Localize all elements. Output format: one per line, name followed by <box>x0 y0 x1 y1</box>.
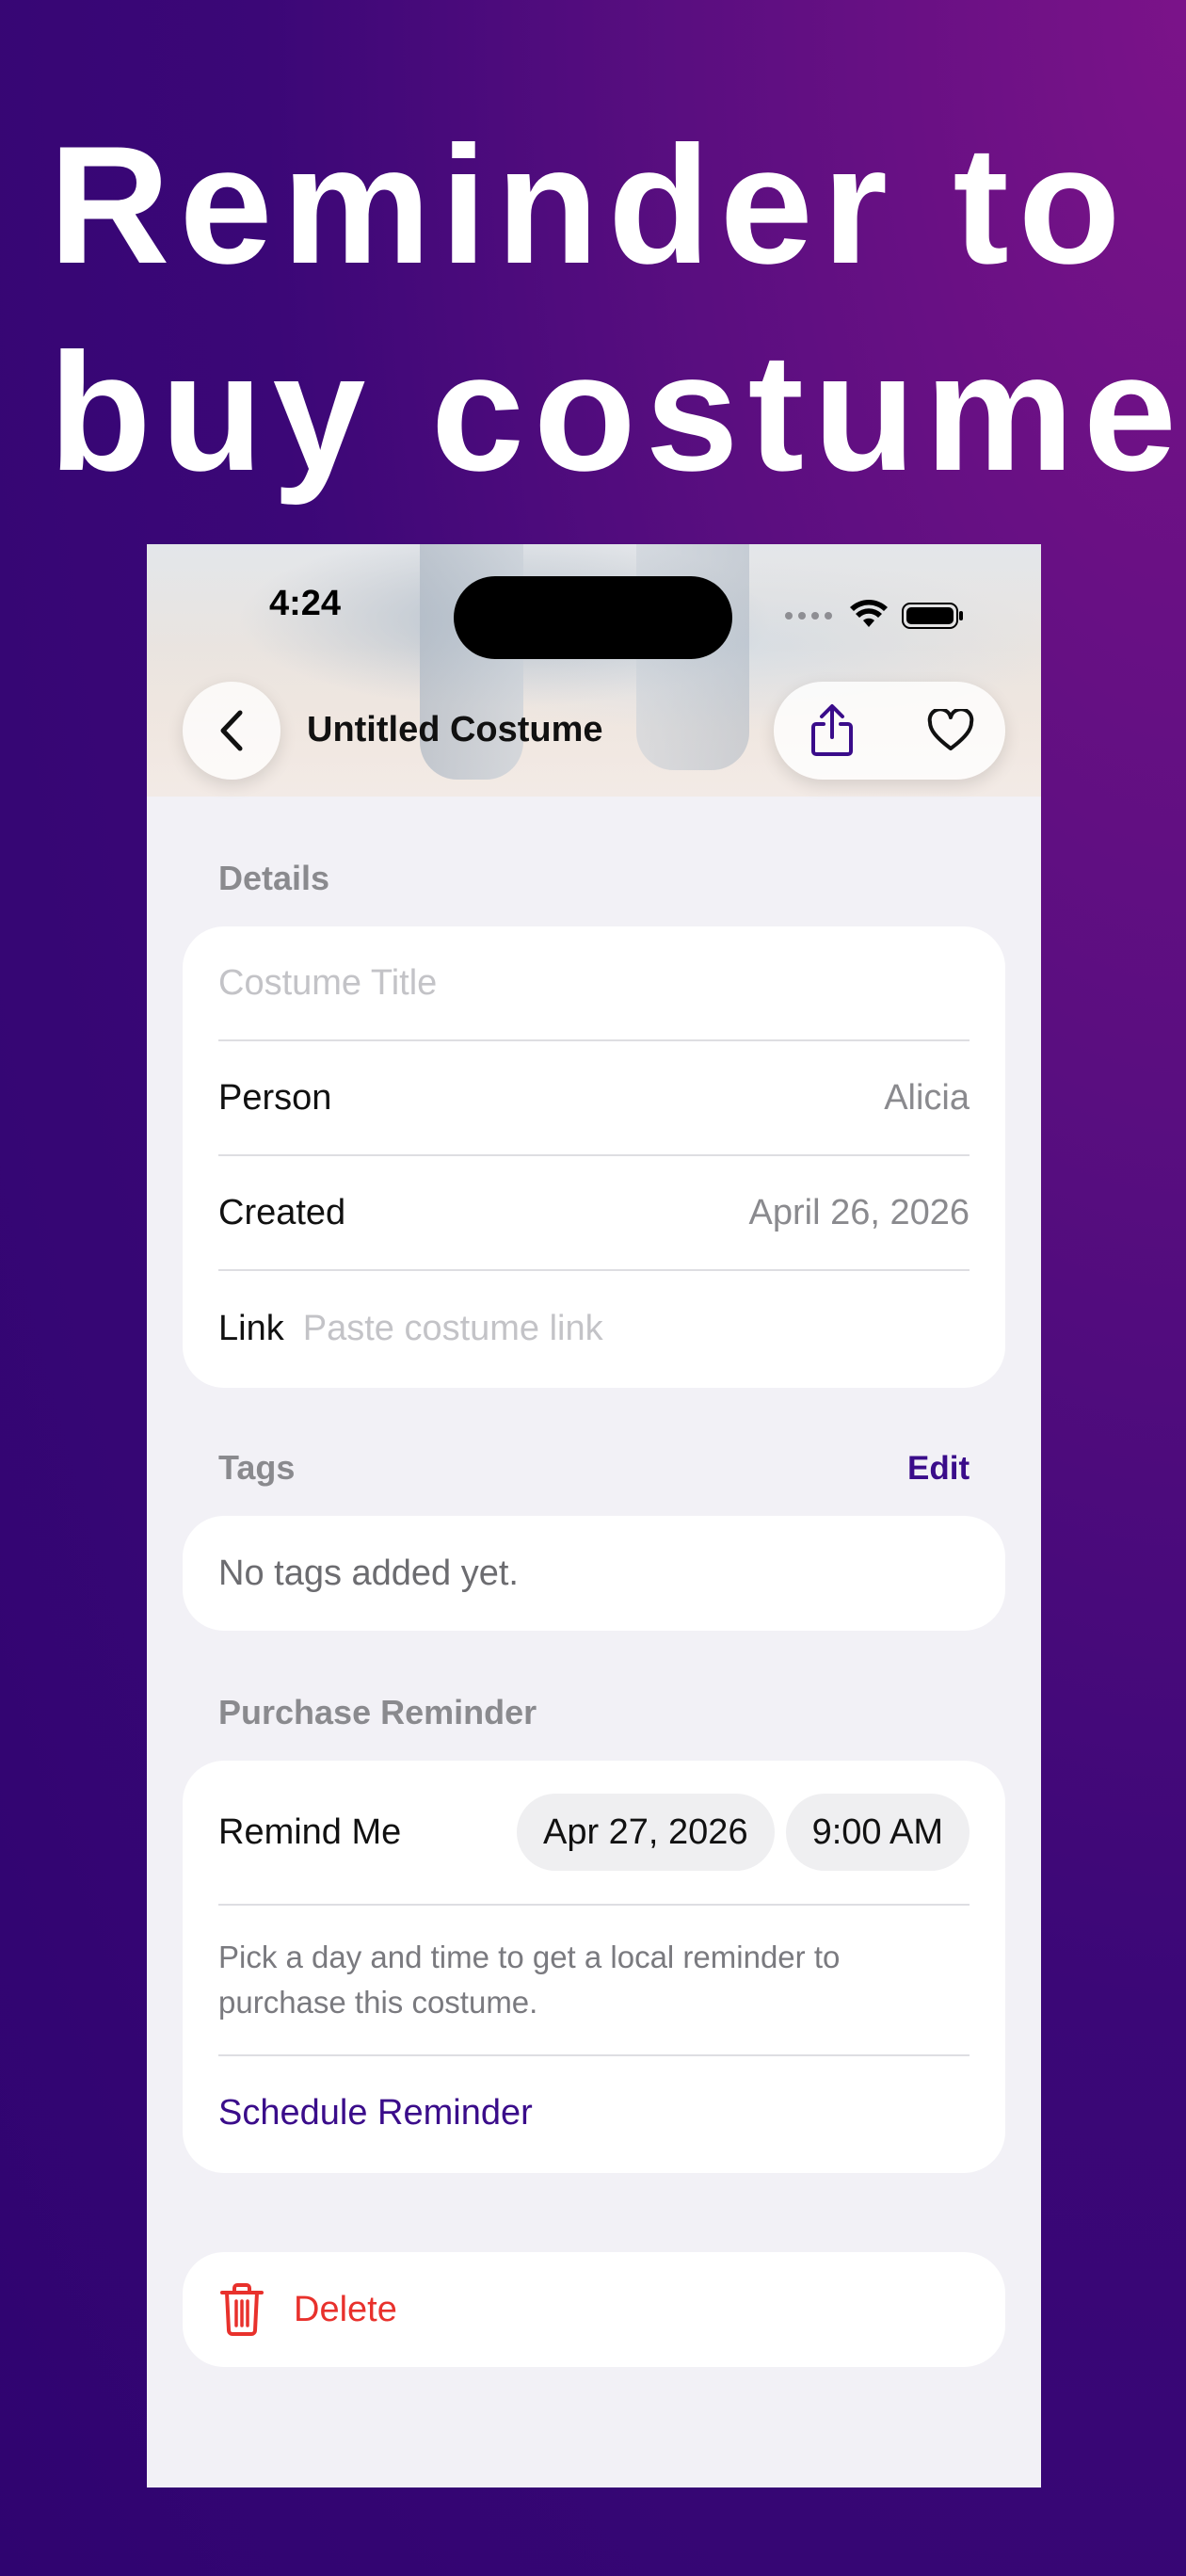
delete-label: Delete <box>294 2289 397 2329</box>
edit-tags-button[interactable]: Edit <box>907 1450 970 1488</box>
created-label: Created <box>218 1192 346 1232</box>
headline-line-1: Reminder to <box>49 111 1130 298</box>
promo-headline: Reminder to buy costume <box>49 102 1186 516</box>
favorite-button[interactable] <box>902 682 1000 780</box>
tags-card: No tags added yet. <box>183 1516 1005 1631</box>
signal-icon <box>785 612 832 620</box>
delete-card: Delete <box>183 2252 1005 2367</box>
costume-title-field[interactable]: Costume Title <box>218 926 970 1041</box>
headline-line-2: buy costume <box>49 318 1186 506</box>
nav-title: Untitled Costume <box>307 710 603 749</box>
delete-button[interactable]: Delete <box>218 2252 970 2367</box>
tags-section-label: Tags <box>218 1448 296 1487</box>
wifi-icon <box>850 600 888 627</box>
status-time: 4:24 <box>269 584 342 623</box>
dynamic-island <box>454 576 732 659</box>
trash-icon <box>220 2283 264 2336</box>
link-row[interactable]: Link Paste costume link <box>218 1271 970 1386</box>
details-section-label: Details <box>218 859 330 897</box>
costume-title-placeholder: Costume Title <box>218 962 438 1003</box>
helper-row: Pick a day and time to get a local remin… <box>218 1906 970 2056</box>
time-picker[interactable]: 9:00 AM <box>785 1794 970 1871</box>
tags-empty-text: No tags added yet. <box>218 1553 519 1593</box>
created-row: Created April 26, 2026 <box>218 1156 970 1271</box>
schedule-reminder-label: Schedule Reminder <box>218 2092 533 2133</box>
reminder-card: Remind Me Apr 27, 2026 9:00 AM Pick a da… <box>183 1761 1005 2173</box>
details-card: Costume Title Person Alicia Created Apri… <box>183 926 1005 1388</box>
back-button[interactable] <box>183 682 280 780</box>
heart-icon <box>927 709 974 750</box>
remind-me-label: Remind Me <box>218 1811 402 1852</box>
date-picker[interactable]: Apr 27, 2026 <box>516 1794 775 1871</box>
link-label: Link <box>218 1308 284 1348</box>
person-row[interactable]: Person Alicia <box>218 1041 970 1156</box>
person-label: Person <box>218 1077 332 1118</box>
share-button[interactable] <box>783 682 881 780</box>
battery-icon <box>902 603 963 629</box>
phone-screen: 4:24 Untitled Costume Details Costume Ti… <box>147 544 1041 2487</box>
person-value: Alicia <box>884 1077 970 1118</box>
chevron-left-icon <box>220 710 243 751</box>
tags-empty-row: No tags added yet. <box>218 1516 970 1631</box>
link-input[interactable]: Paste costume link <box>303 1309 603 1349</box>
reminder-section-label: Purchase Reminder <box>218 1693 537 1731</box>
share-icon <box>811 704 853 756</box>
schedule-reminder-button[interactable]: Schedule Reminder <box>218 2056 970 2169</box>
nav-actions <box>774 682 1005 780</box>
remind-me-row: Remind Me Apr 27, 2026 9:00 AM <box>218 1761 970 1906</box>
reminder-helper-text: Pick a day and time to get a local remin… <box>218 1940 841 2020</box>
created-value: April 26, 2026 <box>748 1192 970 1232</box>
